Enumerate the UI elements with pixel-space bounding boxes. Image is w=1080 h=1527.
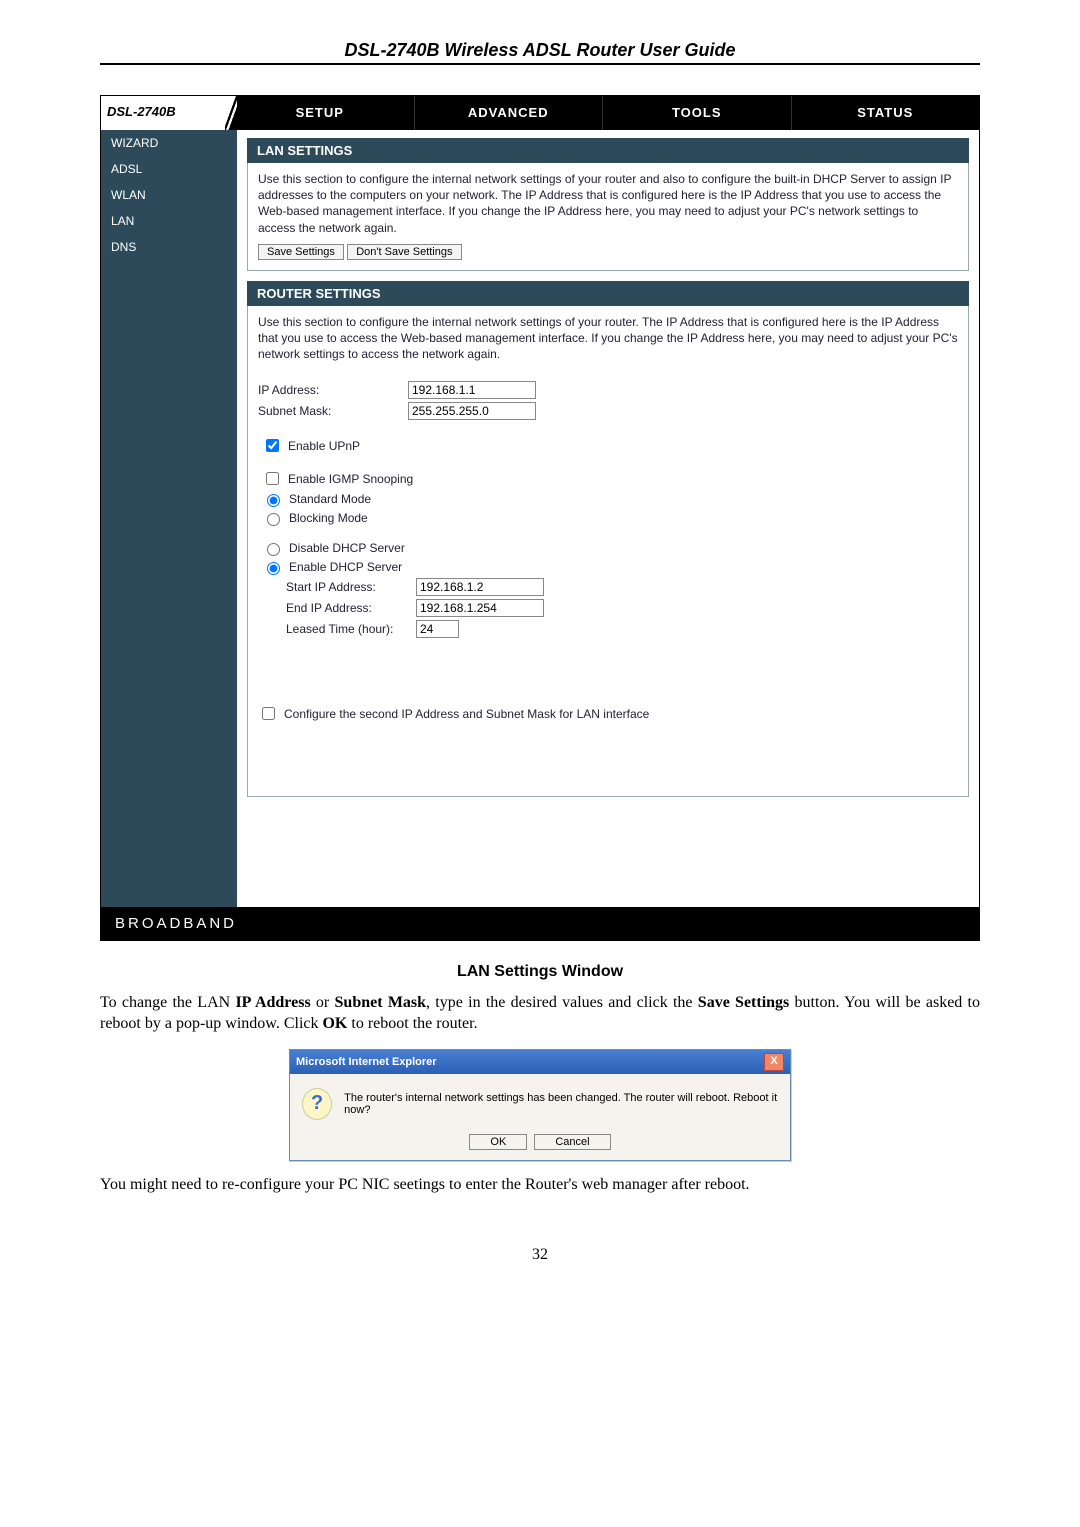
end-ip-input[interactable] [416, 599, 544, 617]
leased-time-label: Leased Time (hour): [286, 622, 416, 636]
save-settings-button[interactable]: Save Settings [258, 244, 344, 260]
sidebar-item-adsl[interactable]: ADSL [101, 156, 237, 182]
model-label: DSL-2740B [101, 96, 225, 130]
dialog-message: The router's internal network settings h… [344, 1092, 778, 1116]
tab-setup[interactable]: SETUP [225, 96, 414, 130]
ip-address-input[interactable] [408, 381, 536, 399]
enable-dhcp-radio[interactable] [267, 562, 280, 575]
blocking-mode-radio[interactable] [267, 513, 280, 526]
reboot-dialog: Microsoft Internet Explorer X ? The rout… [289, 1049, 791, 1161]
tab-tools[interactable]: TOOLS [602, 96, 791, 130]
end-ip-label: End IP Address: [286, 601, 416, 615]
sidebar-item-lan[interactable]: LAN [101, 208, 237, 234]
start-ip-label: Start IP Address: [286, 580, 416, 594]
footer-brand: BROADBAND [101, 907, 979, 940]
dialog-ok-button[interactable]: OK [469, 1134, 527, 1150]
router-settings-panel: Use this section to configure the intern… [247, 306, 969, 798]
subnet-mask-label: Subnet Mask: [258, 404, 408, 418]
instruction-para-1: To change the LAN IP Address or Subnet M… [100, 993, 980, 1035]
ip-address-label: IP Address: [258, 383, 408, 397]
leased-time-input[interactable] [416, 620, 459, 638]
enable-upnp-checkbox[interactable] [266, 439, 279, 452]
dialog-title: Microsoft Internet Explorer [296, 1056, 437, 1068]
lan-settings-heading: LAN SETTINGS [247, 138, 969, 163]
router-ui-screenshot: DSL-2740B SETUP ADVANCED TOOLS STATUS WI… [100, 95, 980, 941]
router-settings-desc: Use this section to configure the intern… [258, 314, 958, 363]
figure-caption: LAN Settings Window [100, 963, 980, 981]
nav-tabs: SETUP ADVANCED TOOLS STATUS [225, 96, 979, 130]
content-area: LAN SETTINGS Use this section to configu… [237, 130, 979, 907]
enable-igmp-label: Enable IGMP Snooping [288, 472, 413, 486]
guide-title: DSL-2740B Wireless ADSL Router User Guid… [100, 40, 980, 65]
standard-mode-label: Standard Mode [289, 492, 371, 506]
top-bar: DSL-2740B SETUP ADVANCED TOOLS STATUS [101, 96, 979, 130]
tab-status[interactable]: STATUS [791, 96, 980, 130]
enable-dhcp-label: Enable DHCP Server [289, 560, 402, 574]
enable-igmp-checkbox[interactable] [266, 472, 279, 485]
start-ip-input[interactable] [416, 578, 544, 596]
instruction-para-2: You might need to re-configure your PC N… [100, 1175, 980, 1196]
dont-save-settings-button[interactable]: Don't Save Settings [347, 244, 461, 260]
page-number: 32 [100, 1246, 980, 1264]
second-ip-checkbox[interactable] [262, 707, 275, 720]
tab-advanced[interactable]: ADVANCED [414, 96, 603, 130]
sidebar: WIZARD ADSL WLAN LAN DNS [101, 130, 237, 907]
lan-settings-desc: Use this section to configure the intern… [258, 171, 958, 236]
dialog-cancel-button[interactable]: Cancel [534, 1134, 610, 1150]
standard-mode-radio[interactable] [267, 494, 280, 507]
question-icon: ? [302, 1088, 332, 1120]
blocking-mode-label: Blocking Mode [289, 511, 368, 525]
lan-settings-panel: Use this section to configure the intern… [247, 163, 969, 271]
disable-dhcp-label: Disable DHCP Server [289, 541, 405, 555]
subnet-mask-input[interactable] [408, 402, 536, 420]
sidebar-item-dns[interactable]: DNS [101, 234, 237, 260]
enable-upnp-label: Enable UPnP [288, 439, 360, 453]
disable-dhcp-radio[interactable] [267, 543, 280, 556]
sidebar-item-wizard[interactable]: WIZARD [101, 130, 237, 156]
second-ip-label: Configure the second IP Address and Subn… [284, 707, 649, 721]
close-icon[interactable]: X [764, 1053, 784, 1071]
router-settings-heading: ROUTER SETTINGS [247, 281, 969, 306]
sidebar-item-wlan[interactable]: WLAN [101, 182, 237, 208]
